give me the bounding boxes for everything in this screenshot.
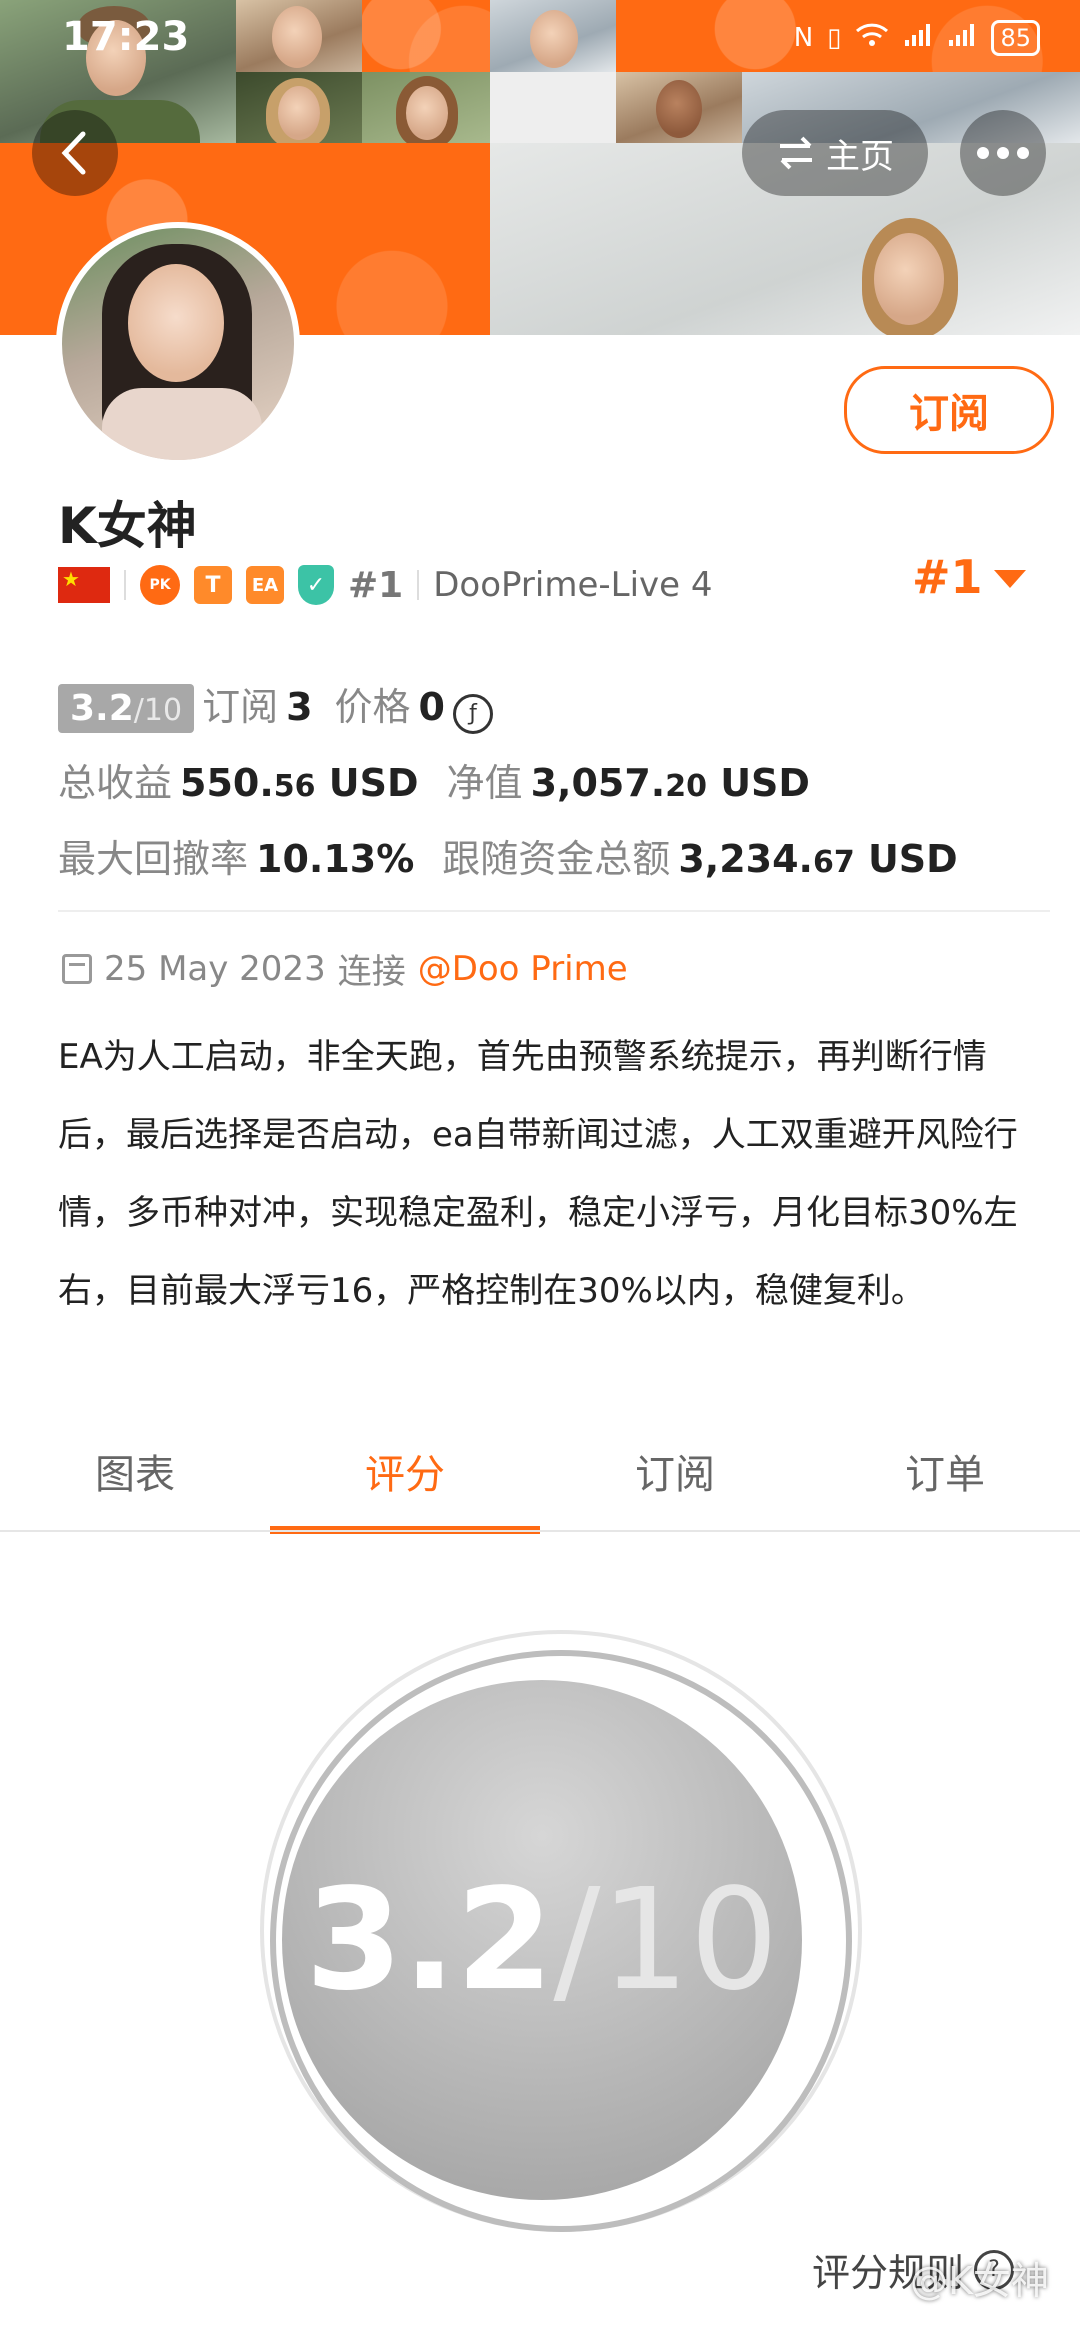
follow-total-label: 跟随资金总额 [442,837,671,881]
total-profit-value: 550.56 USD [180,761,419,805]
signal-icon [903,22,933,55]
broker-link[interactable]: @Doo Prime [418,949,628,989]
banner-photo [362,72,490,143]
china-flag-icon [58,567,110,603]
t-badge: T [194,566,232,604]
tab-orders[interactable]: 订单 [810,1440,1080,1532]
subscribe-count-label: 订阅 [202,685,279,729]
tab-chart[interactable]: 图表 [0,1440,270,1532]
back-button[interactable] [32,110,118,196]
chevron-left-icon [61,131,86,175]
more-button[interactable] [960,110,1046,196]
score-row: 3.2/10 订阅 3 价格 0 ƒ [58,676,493,734]
home-button[interactable]: 主页 [742,110,928,196]
tab-bar: 图表 评分 订阅 订单 [0,1440,1080,1534]
connect-label: 连接 [337,952,406,992]
home-label: 主页 [826,136,894,177]
badge-row: PK T EA ✓ #1 DooPrime-Live 4 [58,560,713,610]
nfc-icon: N [793,23,814,53]
vibrate-icon: ▯ [827,23,842,53]
calendar-icon [62,953,92,984]
pk-badge: PK [140,565,180,605]
signal-icon [947,22,977,55]
rank-selector[interactable]: #1 [912,550,983,604]
trader-name: K女神 [58,497,197,555]
price-label: 价格 [334,685,411,729]
score-display: 3.2/10 [305,1858,779,2022]
tab-rating[interactable]: 评分 [270,1440,540,1534]
total-profit-label: 总收益 [58,761,173,805]
caret-down-icon[interactable] [994,570,1026,588]
profit-row: 总收益 550.56 USD 净值 3,057.20 USD [58,752,810,807]
banner-photo [490,0,616,72]
ea-badge: EA [246,566,284,604]
subscribe-count: 3 [286,685,313,729]
divider [124,570,126,600]
status-icons: N ▯ 85 [794,20,1040,56]
banner-photo [236,0,362,72]
start-date: 25 May 2023 [104,948,326,989]
drawdown-row: 最大回撤率 10.13% 跟随资金总额 3,234.67 USD [58,828,958,883]
banner-photo [616,72,742,143]
banner-photo [236,72,362,143]
price-value: 0 [418,685,445,729]
divider [58,910,1050,912]
avatar[interactable] [56,222,300,466]
banner-pattern [362,0,490,72]
battery-indicator: 85 [991,20,1040,56]
follow-total-value: 3,234.67 USD [678,837,958,881]
divider [417,570,420,600]
swap-icon [780,136,812,170]
rank-label: #1 [348,564,404,606]
subscribe-button[interactable]: 订阅 [844,366,1054,454]
info-row: 25 May 2023 连接 @Doo Prime [62,944,628,993]
status-time: 17:23 [62,14,190,60]
max-drawdown-label: 最大回撤率 [58,837,249,881]
more-icon [977,147,989,159]
server-name: DooPrime-Live 4 [433,565,713,605]
strategy-description: EA为人工启动，非全天跑，首先由预警系统提示，再判断行情后，最后选择是否启动，e… [58,1037,1018,1311]
tab-divider [0,1530,1080,1532]
net-value: 3,057.20 USD [530,761,810,805]
coin-icon: ƒ [453,693,493,734]
score-circle: 3.2/10 [282,1680,802,2200]
score-badge: 3.2/10 [58,684,195,733]
max-drawdown-value: 10.13% [256,837,415,881]
verified-shield-icon: ✓ [298,565,334,605]
wifi-icon [855,22,889,55]
tab-subscribe[interactable]: 订阅 [540,1440,810,1532]
net-value-label: 净值 [446,761,523,805]
watermark: @K女神 [910,2259,1049,2303]
